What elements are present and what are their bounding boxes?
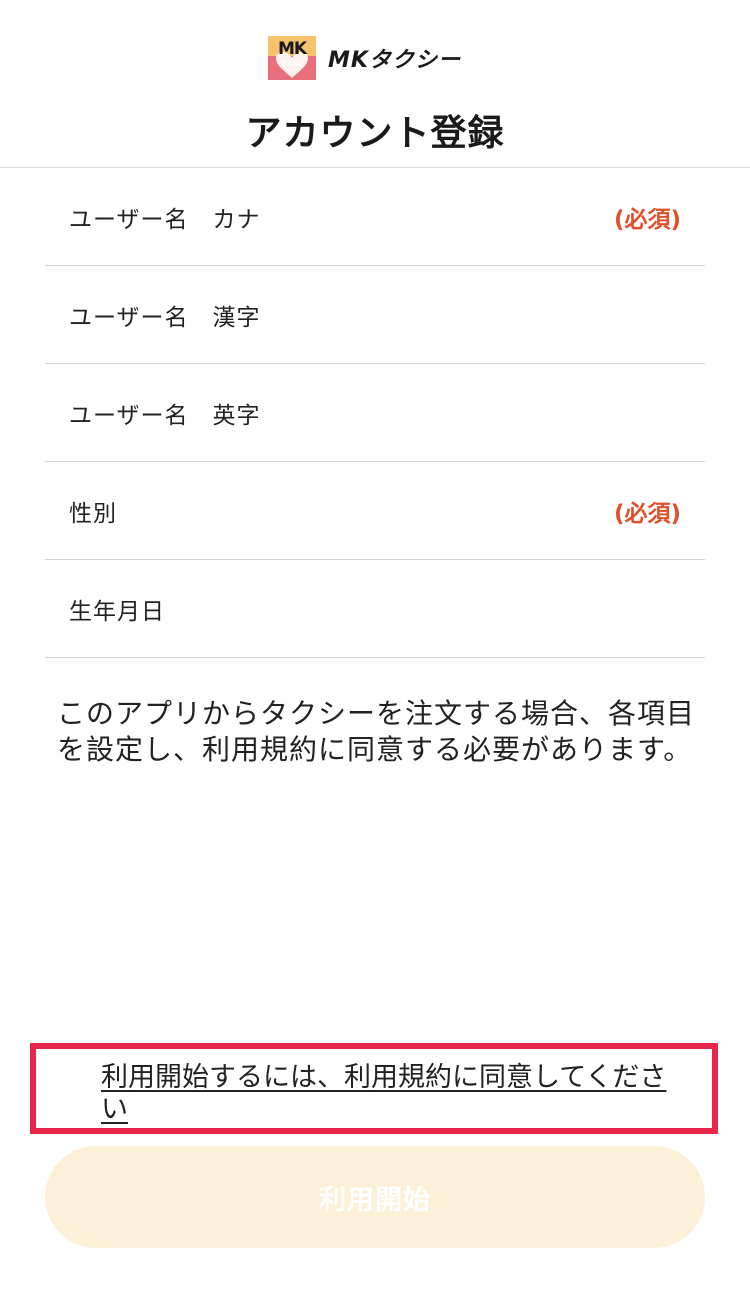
start-button[interactable]: 利用開始 (45, 1146, 705, 1248)
registration-form: ユーザー名 カナ (必須) ユーザー名 漢字 ユーザー名 英字 性別 (必須) … (45, 168, 705, 658)
field-gender[interactable]: 性別 (必須) (45, 462, 705, 560)
required-badge: (必須) (613, 500, 681, 527)
page-title: アカウント登録 (245, 113, 505, 154)
field-label: ユーザー名 カナ (69, 206, 261, 233)
field-label: 生年月日 (69, 598, 165, 625)
logo-subtext: TAXI (282, 60, 302, 68)
field-username-kanji[interactable]: ユーザー名 漢字 (45, 266, 705, 364)
header: MK TAXI MKタクシー アカウント登録 (0, 0, 750, 168)
brand: MK TAXI MKタクシー (268, 36, 461, 80)
field-label: ユーザー名 漢字 (69, 304, 261, 331)
terms-notice: このアプリからタクシーを注文する場合、各項目を設定し、利用規約に同意する必要があ… (57, 697, 696, 766)
logo-text: MK (277, 39, 307, 59)
field-label: 性別 (69, 500, 117, 527)
field-birthdate[interactable]: 生年月日 (45, 560, 705, 658)
terms-agreement-link[interactable]: 利用開始するには、利用規約に同意してください (101, 1062, 671, 1126)
field-label: ユーザー名 英字 (69, 402, 261, 429)
required-badge: (必須) (613, 206, 681, 233)
start-button-label: 利用開始 (319, 1184, 431, 1215)
highlight-box: 利用開始するには、利用規約に同意してください (30, 1043, 718, 1134)
field-username-kana[interactable]: ユーザー名 カナ (必須) (45, 168, 705, 266)
brand-name: MKタクシー (328, 48, 461, 73)
field-username-roman[interactable]: ユーザー名 英字 (45, 364, 705, 462)
account-registration-screen: MK TAXI MKタクシー アカウント登録 ユーザー名 カナ (必須) ユーザ… (0, 0, 750, 1290)
mk-taxi-logo-icon: MK TAXI (268, 36, 316, 80)
